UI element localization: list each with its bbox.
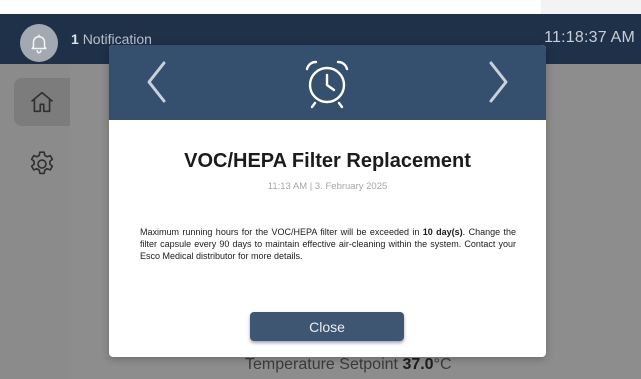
top-right-margin [541,0,641,14]
bell-icon [31,34,47,54]
dialog-header [109,45,546,120]
clock: 11:18:37 AM [544,29,635,46]
home-icon [30,91,54,113]
dialog-timestamp: 11:13 AM | 3. February 2025 [267,181,388,192]
dialog-message: Maximum running hours for the VOC/HEPA f… [140,226,516,262]
temperature-setpoint: Temperature Setpoint 37.0°C [245,356,452,374]
chevron-left-icon [147,61,166,103]
dialog-title: VOC/HEPA Filter Replacement [184,150,471,172]
setpoint-unit: °C [433,356,452,373]
notification-count: 1 [71,31,79,47]
screen: 1 Notification 11:18:37 AM Temperature S… [0,0,641,379]
alarm-clock-icon [305,60,349,109]
previous-notification-button[interactable] [139,57,175,107]
notification-bell-button[interactable] [20,24,58,62]
setpoint-value: 37.0 [402,356,434,373]
notification-dialog: VOC/HEPA Filter Replacement 11:13 AM | 3… [109,45,546,357]
sidebar-item-settings[interactable] [14,140,70,188]
message-duration: 10 day(s) [422,227,463,237]
next-notification-button[interactable] [480,57,516,107]
setpoint-label: Temperature Setpoint [245,356,398,373]
message-text-start: Maximum running hours for the VOC/HEPA f… [140,227,423,237]
gear-icon [30,151,54,175]
close-button[interactable]: Close [250,312,404,341]
sidebar-item-home[interactable] [14,78,70,126]
chevron-right-icon [489,61,508,103]
